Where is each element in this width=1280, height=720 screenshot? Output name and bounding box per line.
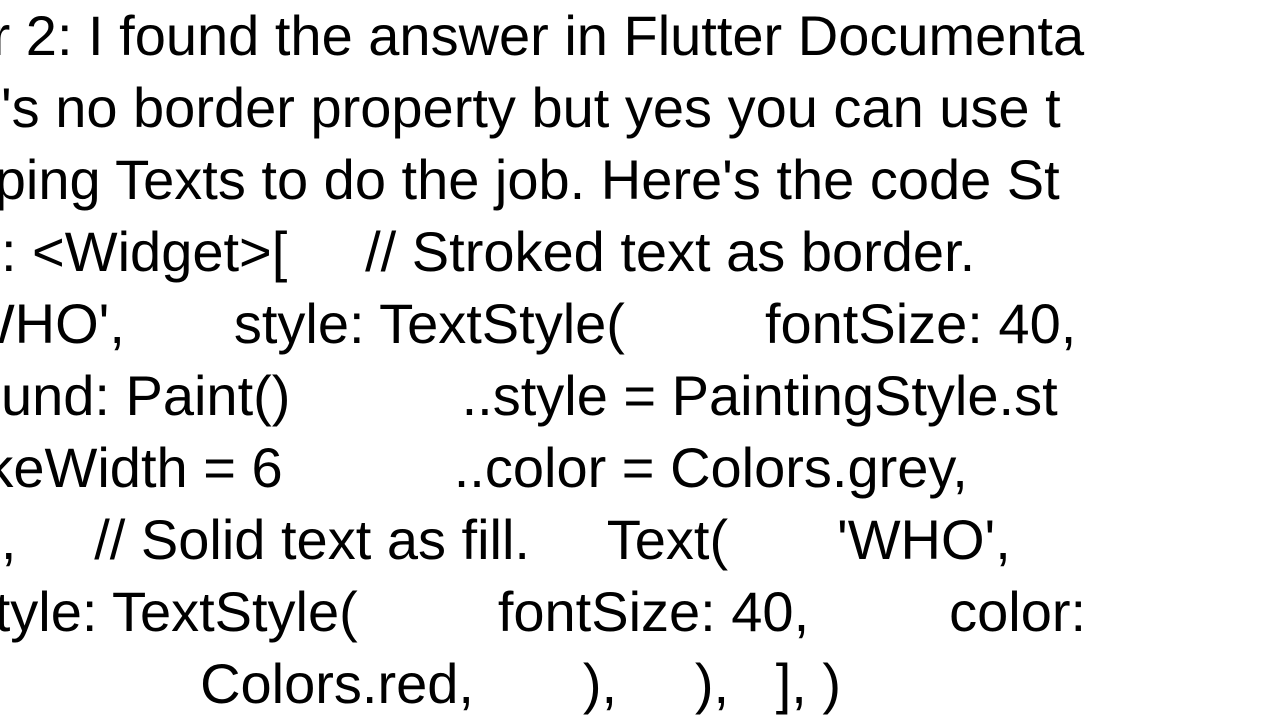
answer-text-block: wer 2: I found the answer in Flutter Doc… (0, 0, 1280, 720)
